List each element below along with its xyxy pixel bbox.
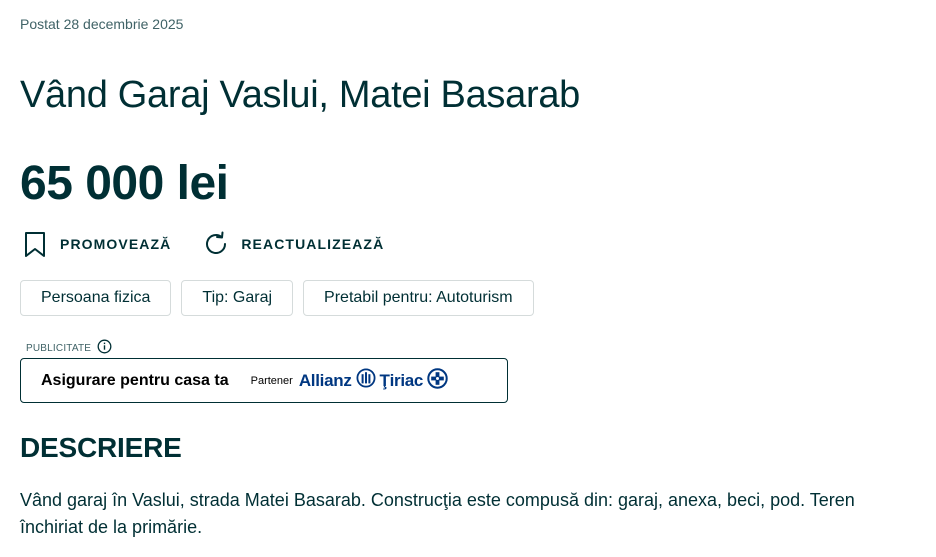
ad-label-text: PUBLICITATE [26, 342, 92, 354]
listing-price: 65 000 lei [20, 157, 229, 210]
description-text: Vând garaj în Vaslui, strada Matei Basar… [20, 490, 855, 537]
tag-type: Tip: Garaj [181, 280, 294, 316]
ad-label: PUBLICITATE [26, 339, 112, 357]
ad-text: Asigurare pentru casa ta [41, 371, 229, 389]
promote-button[interactable]: PROMOVEAZĂ [20, 229, 171, 259]
refresh-icon [201, 229, 231, 259]
ad-brand: Allianz Ţiriac [298, 367, 448, 394]
tiriac-cross-icon [427, 367, 448, 394]
description-heading: DESCRIERE [20, 432, 182, 463]
refresh-label: REACTUALIZEAZĂ [241, 236, 385, 252]
promote-label: PROMOVEAZĂ [60, 236, 172, 252]
allianz-logo-icon [356, 368, 376, 393]
ad-banner[interactable]: Asigurare pentru casa ta Partener Allian… [20, 358, 508, 403]
refresh-button[interactable]: REACTUALIZEAZĂ [201, 229, 384, 259]
listing-title: Vând Garaj Vaslui, Matei Basarab [20, 74, 580, 116]
tag-suitable-for: Pretabil pentru: Autoturism [303, 280, 534, 316]
posted-date: Postat 28 decembrie 2025 [20, 16, 184, 32]
tag-seller-type: Persoana fizica [20, 280, 172, 316]
listing-actions: PROMOVEAZĂ REACTUALIZEAZĂ [20, 229, 384, 259]
ad-brand-right: Ţiriac [379, 370, 424, 390]
info-icon[interactable] [97, 339, 112, 357]
bookmark-icon [20, 229, 50, 259]
ad-partner-label: Partener [250, 374, 293, 387]
ad-brand-left: Allianz [298, 370, 352, 390]
attribute-tags: Persoana fizica Tip: Garaj Pretabil pent… [20, 280, 534, 316]
